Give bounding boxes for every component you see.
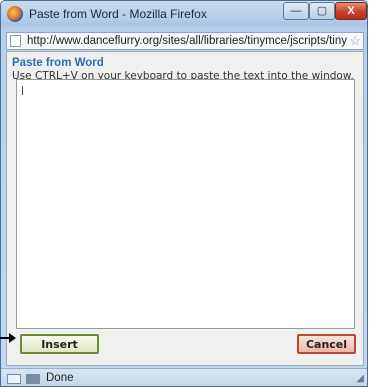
- arrow-pointer-icon: [0, 333, 16, 343]
- dialog-title: Paste from Word: [12, 57, 104, 69]
- cancel-button[interactable]: Cancel: [297, 334, 356, 354]
- maximize-button[interactable]: ▢: [309, 2, 335, 20]
- paste-textarea[interactable]: [16, 79, 355, 329]
- insert-button[interactable]: Insert: [20, 334, 99, 354]
- resize-grip-icon[interactable]: ◢: [356, 373, 364, 384]
- firefox-icon: [7, 6, 23, 22]
- page-icon: [10, 35, 21, 47]
- keyboard-icon: [26, 374, 40, 384]
- minimize-button[interactable]: —: [283, 2, 309, 20]
- window-title: Paste from Word - Mozilla Firefox: [29, 7, 207, 21]
- status-bar: Done ◢: [1, 368, 367, 386]
- firefox-popup-window: Paste from Word - Mozilla Firefox — ▢ X …: [0, 0, 368, 387]
- text-caret: [22, 86, 23, 95]
- close-button[interactable]: X: [335, 2, 367, 20]
- title-bar[interactable]: Paste from Word - Mozilla Firefox — ▢ X: [1, 1, 367, 27]
- screenshot-stage: Paste from Word - Mozilla Firefox — ▢ X …: [0, 0, 371, 388]
- address-url[interactable]: http://www.danceflurry.org/sites/all/lib…: [27, 35, 347, 47]
- bookmark-star-icon[interactable]: ☆: [349, 33, 361, 49]
- status-text: Done: [46, 372, 74, 384]
- address-bar[interactable]: http://www.danceflurry.org/sites/all/lib…: [6, 32, 364, 50]
- screen-icon: [7, 374, 21, 384]
- dialog-content: Paste from Word Use CTRL+V on your keybo…: [6, 51, 364, 366]
